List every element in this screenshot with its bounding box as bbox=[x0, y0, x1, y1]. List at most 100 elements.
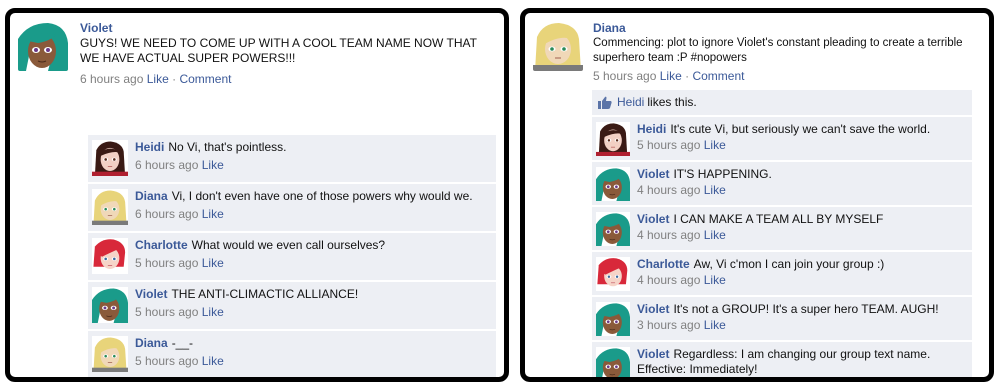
likes-row: Heidi likes this. bbox=[592, 90, 972, 117]
comment-meta: 5 hours ago Like bbox=[135, 354, 492, 368]
comment-link[interactable]: Comment bbox=[692, 69, 744, 83]
comment-body: Violet IT'S HAPPENING. 4 hours ago Like bbox=[637, 167, 968, 197]
comment-text: Vi, I don't even have one of those power… bbox=[171, 189, 473, 203]
comment-author[interactable]: Violet bbox=[637, 302, 669, 316]
like-link[interactable]: Like bbox=[660, 69, 682, 83]
comment-link[interactable]: Comment bbox=[179, 72, 231, 86]
heidi-avatar-icon[interactable] bbox=[596, 122, 630, 156]
comment-author[interactable]: Diana bbox=[135, 189, 168, 203]
comment-text: -__- bbox=[171, 336, 194, 350]
comment-time: 5 hours ago bbox=[135, 354, 199, 368]
comment-like-link[interactable]: Like bbox=[704, 318, 726, 332]
comment-line: Heidi It's cute Vi, but seriously we can'… bbox=[637, 122, 968, 137]
violet-avatar-icon[interactable] bbox=[596, 347, 630, 377]
comment-item: Violet IT'S HAPPENING. 4 hours ago Like bbox=[592, 162, 972, 207]
comment-like-link[interactable]: Like bbox=[704, 378, 726, 382]
violet-avatar-icon[interactable] bbox=[596, 167, 630, 201]
comment-author[interactable]: Violet bbox=[637, 167, 669, 181]
comment-meta: 5 hours ago Like bbox=[135, 305, 492, 319]
comment-author[interactable]: Violet bbox=[135, 287, 167, 301]
post-text: GUYS! WE NEED TO COME UP WITH A COOL TEA… bbox=[80, 36, 477, 65]
comment-like-link[interactable]: Like bbox=[704, 183, 726, 197]
comment-body: Diana Vi, I don't even have one of those … bbox=[135, 189, 492, 221]
comment-meta: 4 hours ago Like bbox=[637, 183, 968, 197]
comment-item: Diana -__- 5 hours ago Like bbox=[88, 331, 496, 377]
comment-time: 3 hours ago bbox=[637, 318, 701, 332]
comment-time: 5 hours ago bbox=[135, 305, 199, 319]
post-author[interactable]: Violet bbox=[80, 21, 496, 35]
post-meta: 5 hours ago Like · Comment bbox=[593, 69, 981, 83]
comment-line: Heidi No Vi, that's pointless. bbox=[135, 140, 492, 155]
comment-line: Diana -__- bbox=[135, 336, 492, 351]
comment-author[interactable]: Violet bbox=[637, 212, 669, 226]
comment-time: 5 hours ago bbox=[637, 138, 701, 152]
comment-meta: 3 hours ago Like bbox=[637, 318, 968, 332]
liker-name[interactable]: Heidi bbox=[617, 95, 644, 109]
comment-text: What would we even call ourselves? bbox=[191, 238, 386, 252]
comment-meta: 6 hours ago Like bbox=[135, 207, 492, 221]
comment-text: Regardless: I am changing our group text… bbox=[637, 347, 931, 376]
comment-like-link[interactable]: Like bbox=[704, 138, 726, 152]
comment-body: Violet I CAN MAKE A TEAM ALL BY MYSELF 4 h… bbox=[637, 212, 968, 242]
post-meta: 6 hours ago Like · Comment bbox=[80, 72, 496, 86]
comment-author[interactable]: Heidi bbox=[135, 140, 164, 154]
thumbs-up-icon bbox=[598, 96, 612, 109]
comment-text: THE ANTI-CLIMACTIC ALLIANCE! bbox=[171, 287, 359, 301]
comment-body: Charlotte Aw, Vi c'mon I can join your gr… bbox=[637, 257, 968, 287]
diana-avatar-icon[interactable] bbox=[92, 336, 128, 372]
comment-author[interactable]: Heidi bbox=[637, 122, 666, 136]
comment-line: Violet I CAN MAKE A TEAM ALL BY MYSELF bbox=[637, 212, 968, 227]
likes-suffix: likes this. bbox=[647, 95, 697, 109]
comment-time: 4 hours ago bbox=[637, 273, 701, 287]
comment-item: Violet Regardless: I am changing our grou… bbox=[592, 342, 972, 382]
comment-meta: 6 hours ago Like bbox=[135, 158, 492, 172]
comment-like-link[interactable]: Like bbox=[202, 305, 224, 319]
violet-avatar-icon[interactable] bbox=[92, 287, 128, 323]
comment-item: Charlotte Aw, Vi c'mon I can join your gr… bbox=[592, 252, 972, 297]
comment-line: Diana Vi, I don't even have one of those … bbox=[135, 189, 492, 204]
charlotte-avatar-icon[interactable] bbox=[92, 238, 128, 274]
post-author[interactable]: Diana bbox=[593, 21, 981, 35]
like-link[interactable]: Like bbox=[147, 72, 169, 86]
comment-author[interactable]: Charlotte bbox=[637, 257, 690, 271]
comment-item: Charlotte What would we even call ourselv… bbox=[88, 233, 496, 282]
post: Diana Commencing: plot to ignore Violet'… bbox=[533, 21, 981, 83]
comment-text: Aw, Vi c'mon I can join your group :) bbox=[693, 257, 885, 271]
post: Violet GUYS! WE NEED TO COME UP WITH A C… bbox=[18, 21, 496, 86]
comment-meta: 4 hours ago Like bbox=[637, 273, 968, 287]
post-text: Commencing: plot to ignore Violet's cons… bbox=[593, 37, 963, 64]
comment-text: It's cute Vi, but seriously we can't sav… bbox=[670, 122, 931, 136]
post-time: 5 hours ago bbox=[593, 69, 657, 83]
left-post-panel: Violet GUYS! WE NEED TO COME UP WITH A C… bbox=[5, 8, 509, 382]
comment-text: I CAN MAKE A TEAM ALL BY MYSELF bbox=[673, 212, 884, 226]
comment-author[interactable]: Violet bbox=[637, 347, 669, 361]
comment-item: Violet THE ANTI-CLIMACTIC ALLIANCE! 5 hour… bbox=[88, 282, 496, 331]
violet-avatar-icon[interactable] bbox=[18, 21, 68, 71]
comment-body: Violet It's not a GROUP! It's a super her… bbox=[637, 302, 968, 332]
comment-like-link[interactable]: Like bbox=[202, 207, 224, 221]
post-time: 6 hours ago bbox=[80, 72, 144, 86]
comment-author[interactable]: Charlotte bbox=[135, 238, 188, 252]
heidi-avatar-icon[interactable] bbox=[92, 140, 128, 176]
comment-body: Heidi It's cute Vi, but seriously we can'… bbox=[637, 122, 968, 152]
comment-item: Heidi It's cute Vi, but seriously we can'… bbox=[592, 117, 972, 162]
comment-line: Charlotte Aw, Vi c'mon I can join your gr… bbox=[637, 257, 968, 272]
comment-item: Heidi No Vi, that's pointless. 6 hours ago… bbox=[88, 135, 496, 184]
comment-line: Charlotte What would we even call ourselv… bbox=[135, 238, 492, 253]
diana-avatar-icon[interactable] bbox=[533, 21, 583, 71]
violet-avatar-icon[interactable] bbox=[596, 212, 630, 246]
diana-avatar-icon[interactable] bbox=[92, 189, 128, 225]
comment-like-link[interactable]: Like bbox=[202, 256, 224, 270]
comment-body: Violet THE ANTI-CLIMACTIC ALLIANCE! 5 hour… bbox=[135, 287, 492, 319]
comment-like-link[interactable]: Like bbox=[704, 273, 726, 287]
violet-avatar-icon[interactable] bbox=[596, 302, 630, 336]
comment-like-link[interactable]: Like bbox=[202, 354, 224, 368]
comment-text: It's not a GROUP! It's a super hero TEAM… bbox=[673, 302, 939, 316]
comment-author[interactable]: Diana bbox=[135, 336, 168, 350]
comment-like-link[interactable]: Like bbox=[202, 158, 224, 172]
comment-like-link[interactable]: Like bbox=[704, 228, 726, 242]
comment-text: No Vi, that's pointless. bbox=[168, 140, 287, 154]
comment-item: Violet I CAN MAKE A TEAM ALL BY MYSELF 4 h… bbox=[592, 207, 972, 252]
charlotte-avatar-icon[interactable] bbox=[596, 257, 630, 291]
comment-time: 6 hours ago bbox=[637, 378, 700, 382]
